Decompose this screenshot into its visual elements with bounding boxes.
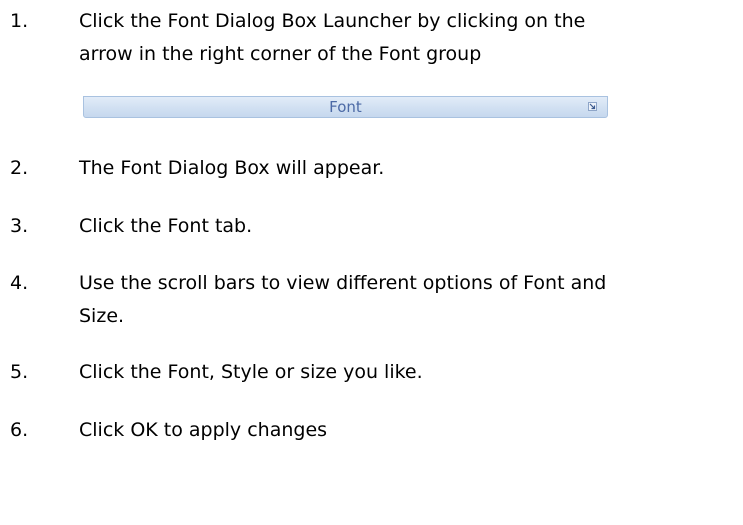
step-text-line: arrow in the right corner of the Font gr… <box>79 43 482 65</box>
arrow-corner-icon <box>589 103 596 110</box>
step-number: 5. <box>10 361 29 383</box>
step-text: Click OK to apply changes <box>79 419 328 441</box>
step-text: Use the scroll bars to view different op… <box>79 267 739 333</box>
font-group-label: Font <box>329 98 362 116</box>
step-text: The Font Dialog Box will appear. <box>79 157 385 179</box>
step-text: Click the Font, Style or size you like. <box>79 361 423 383</box>
step-text: Click the Font tab. <box>79 215 253 237</box>
step-text-line: Click the Font Dialog Box Launcher by cl… <box>79 10 586 32</box>
step-text: Click the Font Dialog Box Launcher by cl… <box>79 5 739 71</box>
step-number: 2. <box>10 157 29 179</box>
font-group-bar: Font <box>83 96 608 118</box>
step-number: 4. <box>10 272 29 294</box>
step-number: 3. <box>10 215 29 237</box>
step-number: 1. <box>10 10 29 32</box>
step-number: 6. <box>10 419 29 441</box>
step-text-line: Use the scroll bars to view different op… <box>79 272 607 294</box>
dialog-launcher-icon[interactable] <box>588 102 597 111</box>
step-text-line: Size. <box>79 305 125 327</box>
